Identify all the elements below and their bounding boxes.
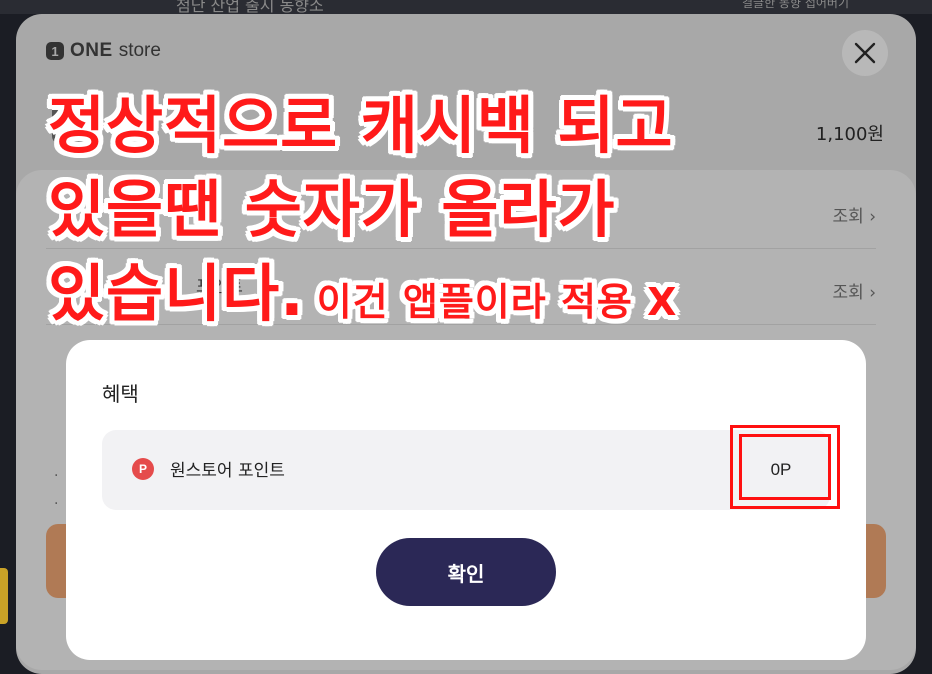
benefit-row: P 원스토어 포인트 0P (102, 430, 830, 510)
onestore-logo: 1 ONE store (46, 40, 161, 62)
annotation-line-3: 있습니다. 이건 앱플이라 적용 X (48, 252, 677, 352)
logo-one: ONE (70, 40, 113, 61)
background-link: 결글한 동향 접어버기 (742, 0, 849, 10)
benefit-label: 원스토어 포인트 (170, 461, 285, 481)
modal-title: 혜택 (102, 382, 139, 406)
side-tab[interactable] (0, 568, 8, 624)
logo-badge: 1 (46, 42, 64, 60)
product-price: 1,100원 (815, 124, 884, 145)
point-icon: P (132, 458, 154, 480)
chevron-right-icon: › (869, 283, 876, 303)
annotation-line-1: 정상적으로 캐시백 되고 (48, 89, 674, 162)
close-icon (854, 42, 876, 64)
annotation-line-3-main: 있습니다. (48, 257, 305, 330)
annotation-line-3-note: 이건 앱플이라 적용 X (316, 280, 678, 324)
chevron-right-icon: › (869, 207, 876, 227)
annotation-line-2: 있을땐 숫자가 올라가 (48, 173, 616, 246)
annotation-overlay: 정상적으로 캐시백 되고 있을땐 숫자가 올라가 있습니다. 이건 앱플이라 적용… (48, 84, 677, 352)
option-action: 조회 › (833, 202, 877, 227)
option-action-label: 조회 (832, 207, 864, 227)
confirm-button[interactable]: 확인 (376, 538, 556, 606)
highlight-annotation-box (730, 425, 840, 509)
close-button[interactable] (842, 30, 888, 76)
bullet-dot: · (54, 496, 59, 512)
option-action-label: 조회 (832, 283, 864, 303)
logo-store: store (118, 40, 161, 61)
background-header: 첨단 산업 출시 동향소 결글한 동향 접어버기 (0, 0, 932, 15)
bullet-dot: · (54, 468, 59, 484)
option-action: 조회 › (833, 278, 877, 303)
